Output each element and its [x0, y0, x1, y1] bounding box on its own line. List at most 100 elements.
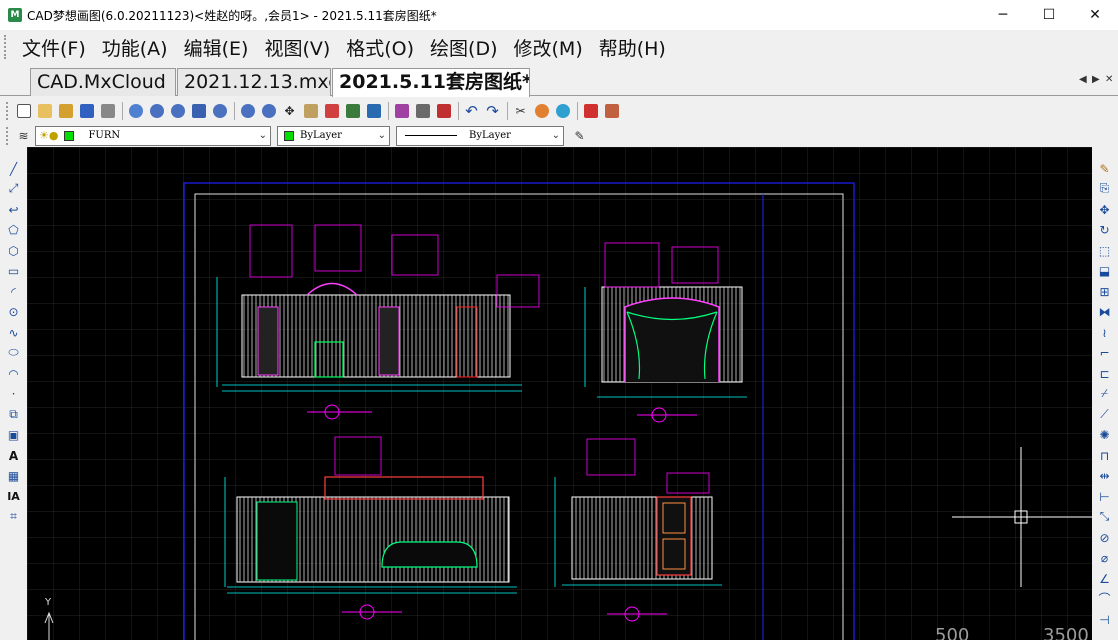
insert-block-icon[interactable]: ⧉ — [5, 406, 22, 423]
explode-icon[interactable]: ✺ — [1096, 426, 1113, 443]
scale-icon[interactable]: ⬚ — [1096, 242, 1113, 259]
pdf-export-icon[interactable] — [581, 102, 600, 121]
image-icon[interactable] — [364, 102, 383, 121]
chevron-down-icon[interactable]: ⌄ — [259, 130, 267, 141]
dimension-radius-icon[interactable]: ⊘ — [1096, 529, 1113, 546]
construction-line-icon[interactable]: ⤢ — [5, 180, 22, 197]
block-icon[interactable] — [392, 102, 411, 121]
open-folder-icon[interactable] — [56, 102, 75, 121]
toolbar-separator — [577, 102, 578, 120]
extend-icon[interactable]: ⟋ — [1096, 406, 1113, 423]
polygon-icon[interactable]: ⬠ — [5, 221, 22, 238]
break-icon[interactable]: ⊓ — [1096, 447, 1113, 464]
menu-edit[interactable]: 编辑(E) — [176, 34, 257, 61]
fillet-icon[interactable]: ⌐ — [1096, 344, 1113, 361]
save-icon[interactable] — [77, 102, 96, 121]
ellipse-icon[interactable]: ⬭ — [5, 344, 22, 361]
stretch-icon[interactable]: ⬓ — [1096, 262, 1113, 279]
zoom-out-icon[interactable] — [147, 102, 166, 121]
image-export-icon[interactable] — [602, 102, 621, 121]
calculator-icon[interactable] — [434, 102, 453, 121]
undo-icon[interactable]: ↶ — [462, 102, 481, 121]
rectangle-icon[interactable]: ▭ — [5, 262, 22, 279]
match-layer-icon[interactable]: ✎ — [570, 126, 589, 145]
zoom-previous-icon[interactable] — [210, 102, 229, 121]
insert-icon[interactable] — [413, 102, 432, 121]
layer-manager-icon[interactable] — [322, 102, 341, 121]
make-block-icon[interactable]: ▣ — [5, 426, 22, 443]
polyline-icon[interactable]: ↩ — [5, 201, 22, 218]
menu-help[interactable]: 帮助(H) — [591, 34, 674, 61]
trim-icon[interactable]: ⌿ — [1096, 385, 1113, 402]
arc-icon[interactable]: ◜ — [5, 283, 22, 300]
color-swatch — [284, 130, 294, 141]
chevron-down-icon[interactable]: ⌄ — [378, 130, 386, 141]
tab-2021-12-13[interactable]: 2021.12.13.mxc — [177, 68, 331, 96]
zoom-in-icon[interactable] — [168, 102, 187, 121]
properties-icon[interactable] — [301, 102, 320, 121]
layer-name: FURN — [88, 130, 121, 141]
layer-select[interactable]: ☀● FURN ⌄ — [35, 125, 271, 146]
menu-file[interactable]: 文件(F) — [14, 34, 94, 61]
color-select[interactable]: ByLayer ⌄ — [277, 125, 390, 146]
line-icon[interactable]: ╱ — [5, 160, 22, 177]
table-icon[interactable]: ▦ — [5, 467, 22, 484]
chevron-down-icon[interactable]: ⌄ — [552, 130, 560, 141]
join-icon[interactable]: ⇹ — [1096, 467, 1113, 484]
menu-bar: 文件(F) 功能(A) 编辑(E) 视图(V) 格式(O) 绘图(D) 修改(M… — [0, 30, 1118, 64]
copy-icon[interactable]: ⎘ — [1096, 180, 1113, 197]
pan-icon[interactable]: ✥ — [280, 102, 299, 121]
layers-icon[interactable]: ≋ — [14, 126, 33, 145]
menu-view[interactable]: 视图(V) — [256, 34, 338, 61]
tab-scroll-right-icon[interactable]: ▶ — [1092, 74, 1100, 85]
render-icon[interactable] — [532, 102, 551, 121]
array-icon[interactable]: ⊞ — [1096, 283, 1113, 300]
dimension-baseline-icon[interactable]: ⊣ — [1096, 611, 1113, 628]
new-file-icon[interactable] — [14, 102, 33, 121]
tab-cad-mxcloud[interactable]: CAD.MxCloud — [30, 68, 176, 96]
print-icon[interactable] — [98, 102, 117, 121]
chamfer-icon[interactable]: ⊏ — [1096, 365, 1113, 382]
menu-modify[interactable]: 修改(M) — [506, 34, 591, 61]
move-icon[interactable]: ✥ — [1096, 201, 1113, 218]
multiline-text-icon[interactable]: IA — [5, 488, 22, 505]
ellipse-arc-icon[interactable]: ◠ — [5, 365, 22, 382]
tab-close-icon[interactable]: ✕ — [1105, 74, 1113, 85]
offset-icon[interactable]: ≀ — [1096, 324, 1113, 341]
circle-icon[interactable]: ⊙ — [5, 303, 22, 320]
region-icon[interactable]: ⌗ — [5, 508, 22, 525]
maximize-button[interactable]: ☐ — [1026, 0, 1072, 30]
polygon-2-icon[interactable]: ⬡ — [5, 242, 22, 259]
dimension-diameter-icon[interactable]: ⌀ — [1096, 549, 1113, 566]
text-icon[interactable]: A — [5, 447, 22, 464]
cut-icon[interactable]: ✂ — [511, 102, 530, 121]
tab-scroll-left-icon[interactable]: ◀ — [1079, 74, 1087, 85]
erase-icon[interactable]: ✎ — [1096, 160, 1113, 177]
redo-icon[interactable]: ↷ — [483, 102, 502, 121]
match-properties-icon[interactable] — [343, 102, 362, 121]
point-icon[interactable]: · — [5, 385, 22, 402]
toolbar-separator — [234, 102, 235, 120]
dimension-linear-icon[interactable]: ⊢ — [1096, 488, 1113, 505]
modify-toolbar: ✎ ⎘ ✥ ↻ ⬚ ⬓ ⊞ ⧓ ≀ ⌐ ⊏ ⌿ ⟋ ✺ ⊓ ⇹ ⊢ ⤡ ⊘ ⌀ … — [1092, 147, 1118, 640]
zoom-all-icon[interactable] — [259, 102, 278, 121]
open-file-icon[interactable] — [35, 102, 54, 121]
drawing-canvas[interactable]: Y 500 3500 — [27, 147, 1092, 640]
menu-draw[interactable]: 绘图(D) — [422, 34, 505, 61]
dimension-aligned-icon[interactable]: ⤡ — [1096, 508, 1113, 525]
spline-icon[interactable]: ∿ — [5, 324, 22, 341]
zoom-realtime-icon[interactable] — [238, 102, 257, 121]
cloud-icon[interactable] — [553, 102, 572, 121]
menu-format[interactable]: 格式(O) — [338, 34, 422, 61]
leader-icon[interactable]: ⌒ — [1096, 590, 1113, 607]
close-button[interactable]: ✕ — [1072, 0, 1118, 30]
tab-2021-5-11[interactable]: 2021.5.11套房图纸* — [332, 68, 530, 97]
rotate-icon[interactable]: ↻ — [1096, 221, 1113, 238]
zoom-window-icon[interactable] — [126, 102, 145, 121]
minimize-button[interactable]: ─ — [980, 0, 1026, 30]
dimension-angle-icon[interactable]: ∠ — [1096, 570, 1113, 587]
mirror-icon[interactable]: ⧓ — [1096, 303, 1113, 320]
zoom-extents-icon[interactable] — [189, 102, 208, 121]
menu-function[interactable]: 功能(A) — [94, 34, 176, 61]
linetype-select[interactable]: ByLayer ⌄ — [396, 125, 564, 146]
